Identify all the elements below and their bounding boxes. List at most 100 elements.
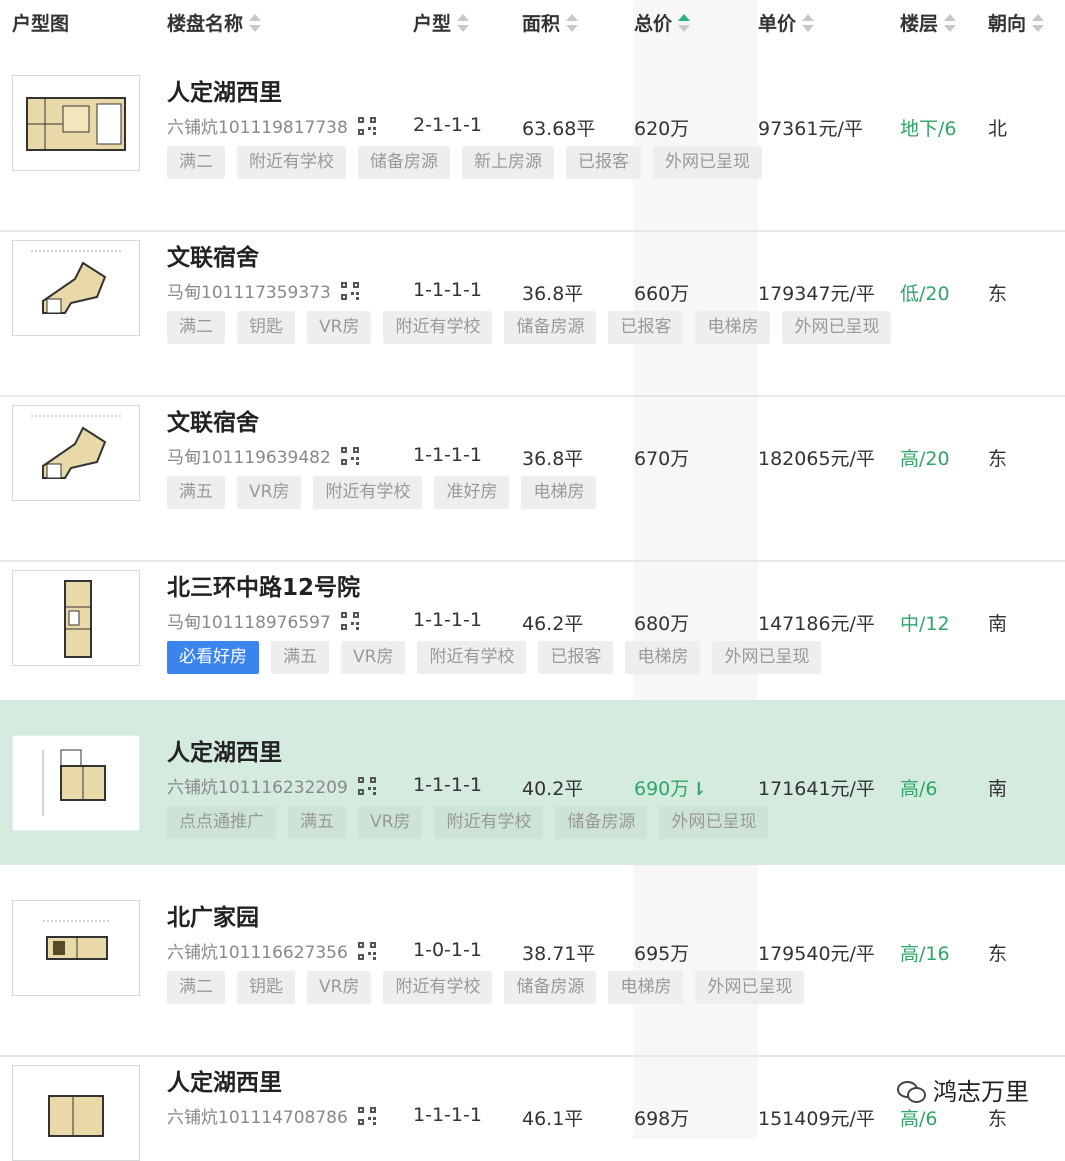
sort-icon[interactable]: [249, 13, 262, 32]
tag-list: 满二 钥匙 VR房 附近有学校 储备房源 电梯房 外网已呈现: [167, 971, 816, 1004]
tag: 准好房: [434, 476, 510, 509]
tag: 储备房源: [504, 311, 597, 344]
direction-value: 东: [988, 1108, 1008, 1130]
floorplan-image: [26, 97, 126, 151]
qr-code-icon[interactable]: [340, 447, 359, 465]
tag: 附近有学校: [313, 476, 423, 509]
tag: 满五: [167, 476, 225, 509]
listing-name[interactable]: 文联宿舍: [167, 403, 259, 437]
tag: 外网已呈现: [695, 971, 805, 1004]
floor-value: 高/6: [900, 778, 938, 800]
header-layout[interactable]: 户型: [413, 9, 470, 36]
table-header: 户型图 楼盘名称 户型 面积 总价 单价 楼层 朝向: [0, 0, 1065, 45]
tag-list: 点点通推广 满五 VR房 附近有学校 储备房源 外网已呈现: [167, 806, 780, 839]
tag-list: 满二 附近有学校 储备房源 新上房源 已报客 外网已呈现: [167, 146, 774, 179]
floor-value: 高/20: [900, 448, 950, 470]
tag: 满五: [271, 641, 329, 674]
tag: 电梯房: [521, 476, 597, 509]
listing-name[interactable]: 人定湖西里: [167, 733, 282, 767]
area-value: 36.8平: [522, 283, 584, 305]
tag: 外网已呈现: [782, 311, 892, 344]
listing-row[interactable]: 文联宿舍 马甸101117359373 1-1-1-1 36.8平 660万 1…: [0, 232, 1065, 397]
tag: 储备房源: [358, 146, 450, 179]
total-price-value: 695万: [634, 943, 690, 965]
floorplan-image: [43, 920, 111, 960]
header-unit-price[interactable]: 单价: [758, 9, 815, 36]
sort-icon[interactable]: [1032, 13, 1045, 32]
tag: 外网已呈现: [659, 806, 769, 839]
listing-code: 六铺炕101119817738: [167, 113, 376, 138]
floorplan-thumbnail[interactable]: [12, 240, 140, 336]
listing-name[interactable]: 人定湖西里: [167, 1063, 282, 1097]
sort-icon[interactable]: [944, 13, 957, 32]
tag: 满二: [167, 311, 225, 344]
floorplan-thumbnail[interactable]: [12, 570, 140, 666]
tag: 电梯房: [695, 311, 771, 344]
header-direction[interactable]: 朝向: [988, 9, 1045, 36]
qr-code-icon[interactable]: [357, 117, 376, 135]
total-price-value: 698万: [634, 1108, 690, 1130]
price-drop-icon: ⇂: [691, 779, 707, 800]
header-total-price[interactable]: 总价: [634, 9, 691, 36]
floorplan-thumbnail[interactable]: [12, 1065, 140, 1161]
wechat-watermark: 鸿志万里: [897, 1072, 1029, 1107]
listing-row[interactable]: 北广家园 六铺炕101116627356 1-0-1-1 38.71平 695万…: [0, 892, 1065, 1057]
floorplan-thumbnail[interactable]: [12, 405, 140, 501]
promotion-badge: 点点通推广: [167, 806, 276, 839]
listing-row[interactable]: 文联宿舍 马甸101119639482 1-1-1-1 36.8平 670万 1…: [0, 397, 1065, 562]
header-floor[interactable]: 楼层: [900, 9, 957, 36]
floorplan-thumbnail[interactable]: [12, 900, 140, 996]
qr-code-icon[interactable]: [340, 282, 359, 300]
unit-price-value: 171641元/平: [758, 778, 875, 800]
qr-code-icon[interactable]: [357, 1107, 376, 1125]
tag: 钥匙: [237, 971, 295, 1004]
tag-list: 满二 钥匙 VR房 附近有学校 储备房源 已报客 电梯房 外网已呈现: [167, 311, 903, 344]
unit-price-value: 97361元/平: [758, 118, 863, 140]
floor-value: 高/6: [900, 1108, 938, 1130]
listing-name[interactable]: 北广家园: [167, 898, 259, 932]
tag: VR房: [307, 311, 372, 344]
floorplan-thumbnail[interactable]: [12, 75, 140, 171]
listing-name[interactable]: 北三环中路12号院: [167, 568, 360, 602]
qr-code-icon[interactable]: [357, 942, 376, 960]
floor-value: 地下/6: [900, 118, 957, 140]
direction-value: 北: [988, 118, 1008, 140]
layout-value: 1-1-1-1: [413, 774, 482, 796]
tag: VR房: [341, 641, 406, 674]
layout-value: 1-1-1-1: [413, 1104, 482, 1126]
qr-code-icon[interactable]: [340, 612, 359, 630]
tag: 已报客: [538, 641, 614, 674]
direction-value: 南: [988, 778, 1008, 800]
tag: VR房: [358, 806, 423, 839]
listing-name[interactable]: 人定湖西里: [167, 73, 282, 107]
sort-icon[interactable]: [566, 13, 579, 32]
tag: 储备房源: [555, 806, 648, 839]
total-price-value: 690万 ⇂: [634, 778, 707, 800]
floor-value: 高/16: [900, 943, 950, 965]
header-floorplan: 户型图: [12, 13, 70, 35]
sort-icon[interactable]: [457, 13, 470, 32]
tag: VR房: [307, 971, 372, 1004]
sort-icon[interactable]: [802, 13, 815, 32]
listing-row[interactable]: 人定湖西里 六铺炕101119817738 2-1-1-1 63.68平 620…: [0, 67, 1065, 232]
listing-code: 马甸101119639482: [167, 443, 359, 468]
floorplan-image: [48, 1095, 104, 1137]
listing-code: 马甸101118976597: [167, 608, 359, 633]
qr-code-icon[interactable]: [357, 777, 376, 795]
listing-row-highlighted[interactable]: 人定湖西里 六铺炕101116232209 1-1-1-1 40.2平 690万…: [0, 700, 1065, 865]
tag-list: 满五 VR房 附近有学校 准好房 电梯房: [167, 476, 608, 509]
header-area[interactable]: 面积: [522, 9, 579, 36]
floor-value: 中/12: [900, 613, 950, 635]
floorplan-image: [64, 580, 92, 658]
layout-value: 2-1-1-1: [413, 114, 482, 136]
floorplan-thumbnail[interactable]: [12, 735, 140, 831]
sort-asc-icon[interactable]: [678, 13, 691, 32]
unit-price-value: 182065元/平: [758, 448, 875, 470]
area-value: 36.8平: [522, 448, 584, 470]
header-name[interactable]: 楼盘名称: [167, 9, 262, 36]
listing-code: 马甸101117359373: [167, 278, 359, 303]
listing-name[interactable]: 文联宿舍: [167, 238, 259, 272]
unit-price-value: 151409元/平: [758, 1108, 875, 1130]
listing-code: 六铺炕101116232209: [167, 773, 376, 798]
area-value: 40.2平: [522, 778, 584, 800]
